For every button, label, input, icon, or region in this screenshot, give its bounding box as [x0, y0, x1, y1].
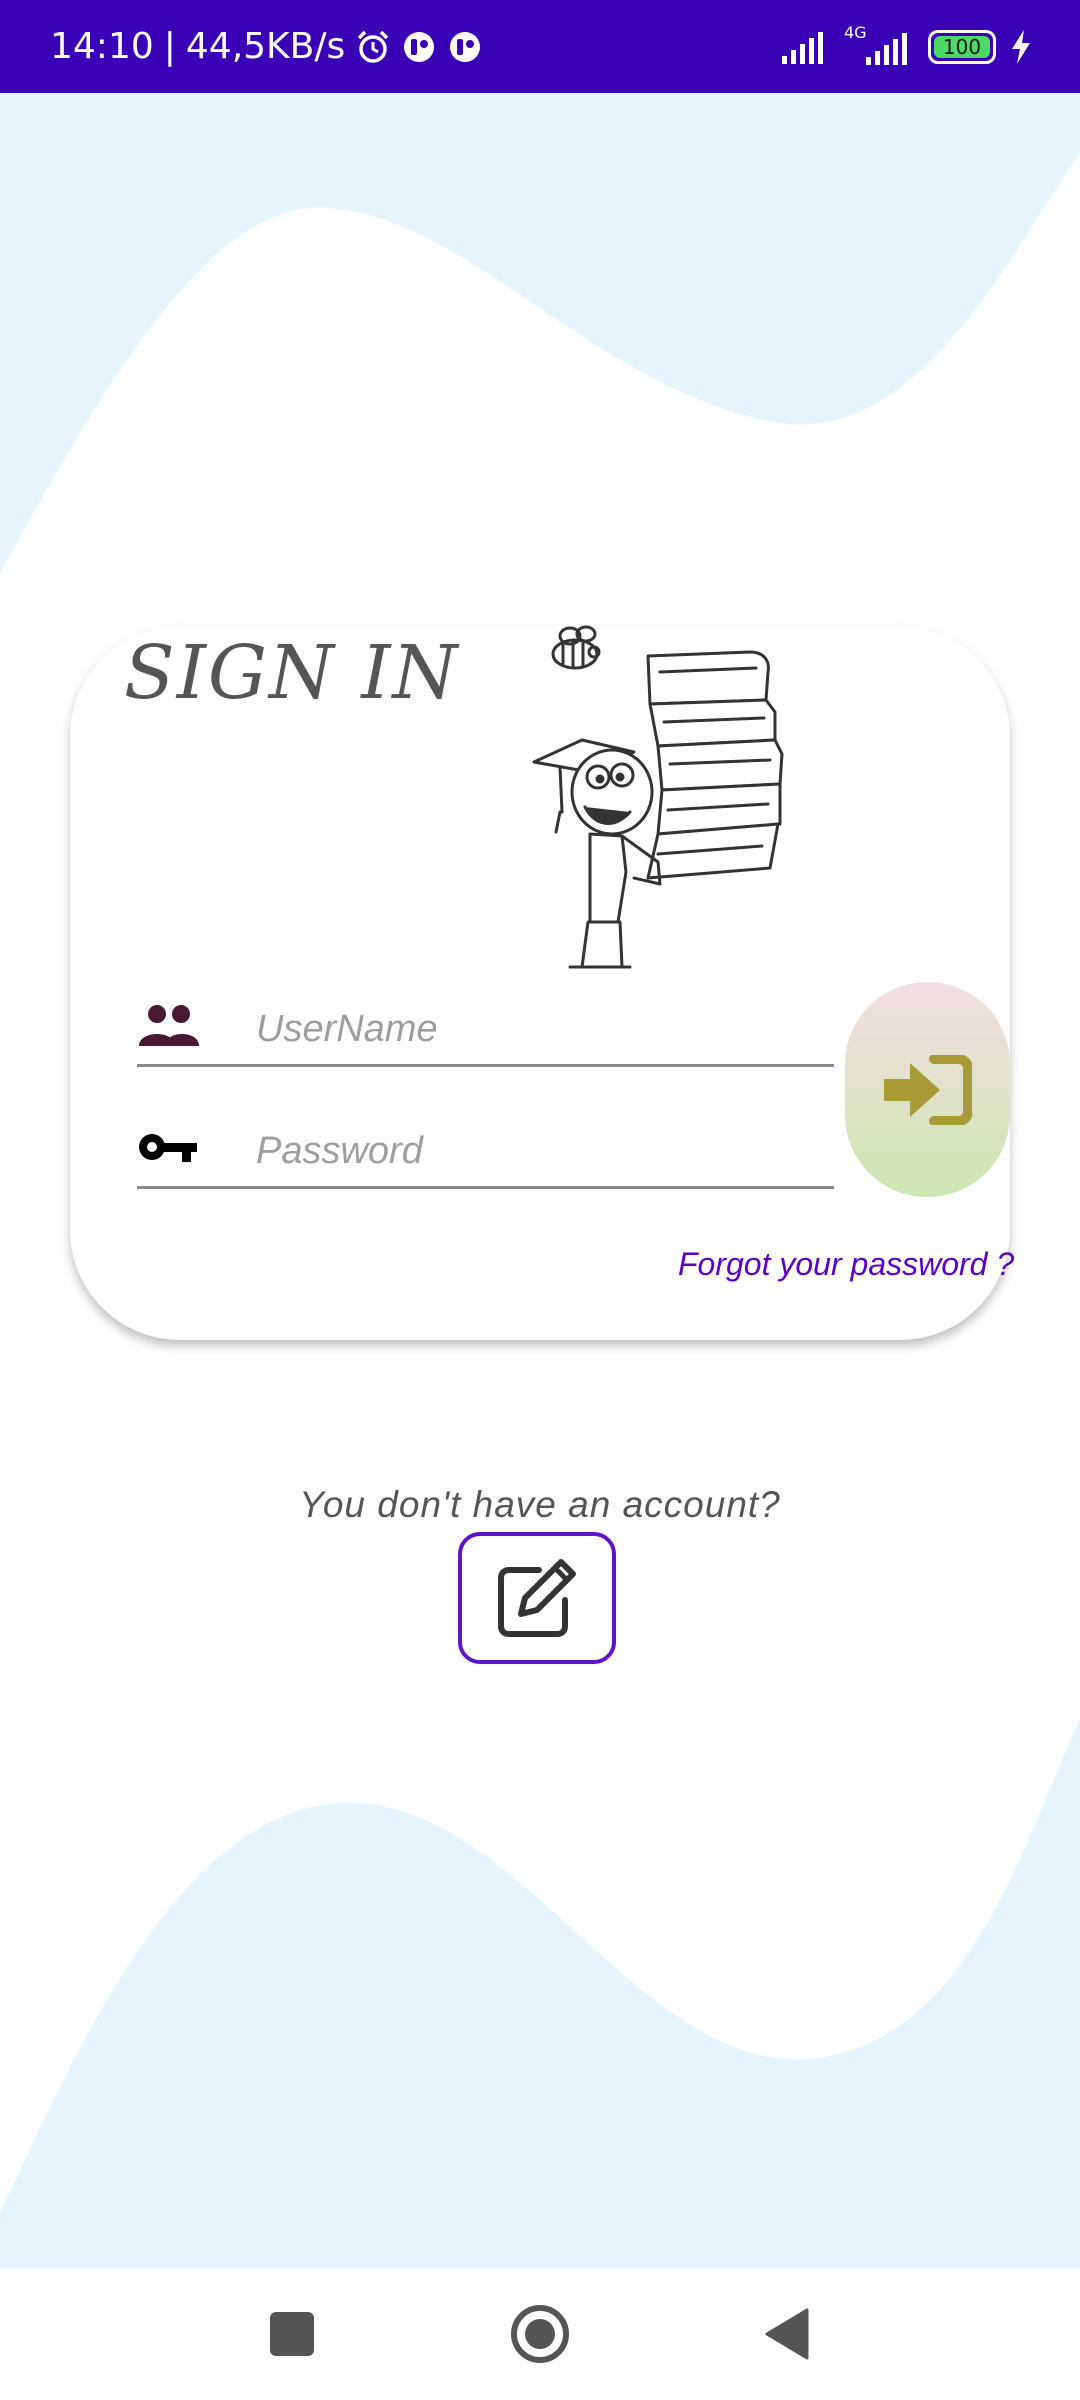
- signal-4g-icon: 4G: [844, 23, 914, 67]
- sign-up-button[interactable]: [458, 1532, 616, 1664]
- key-icon: [139, 1134, 197, 1162]
- card-title: SIGN IN: [124, 630, 460, 716]
- battery-icon: 100: [928, 29, 996, 64]
- student-books-illustration: [532, 625, 784, 969]
- status-left: 14:10 | 44,5KB/s: [50, 0, 483, 93]
- charging-icon: [1012, 29, 1030, 64]
- notification-icon: [404, 31, 435, 62]
- users-icon: [139, 1005, 199, 1046]
- recents-button[interactable]: [252, 2268, 332, 2400]
- square-icon: [270, 2312, 314, 2356]
- edit-icon: [498, 1559, 576, 1637]
- password-underline: [137, 1186, 834, 1189]
- alarm-icon: [358, 30, 389, 63]
- signal-icon: [782, 31, 823, 64]
- forgot-password-link[interactable]: Forgot your password ?: [678, 1246, 1014, 1283]
- sign-in-icon: [883, 1054, 972, 1125]
- navigation-bar: [0, 2268, 1080, 2400]
- network-speed: 44,5KB/s: [185, 26, 346, 67]
- back-button[interactable]: [746, 2268, 826, 2400]
- status-bar: 14:10 | 44,5KB/s 4G 100: [0, 0, 1080, 93]
- username-input[interactable]: [256, 1004, 826, 1054]
- home-circle-icon: [511, 2305, 569, 2363]
- back-triangle-icon: [765, 2308, 809, 2360]
- battery-level: 100: [942, 34, 982, 59]
- username-underline: [137, 1064, 834, 1067]
- login-button[interactable]: [845, 982, 1010, 1197]
- no-account-prompt: You don't have an account?: [299, 1484, 781, 1525]
- password-input[interactable]: [256, 1126, 826, 1176]
- status-right: 4G 100: [782, 0, 1032, 93]
- status-separator: |: [163, 26, 176, 67]
- home-button[interactable]: [500, 2268, 580, 2400]
- notification-icon: [450, 31, 481, 62]
- status-time: 14:10: [50, 26, 154, 67]
